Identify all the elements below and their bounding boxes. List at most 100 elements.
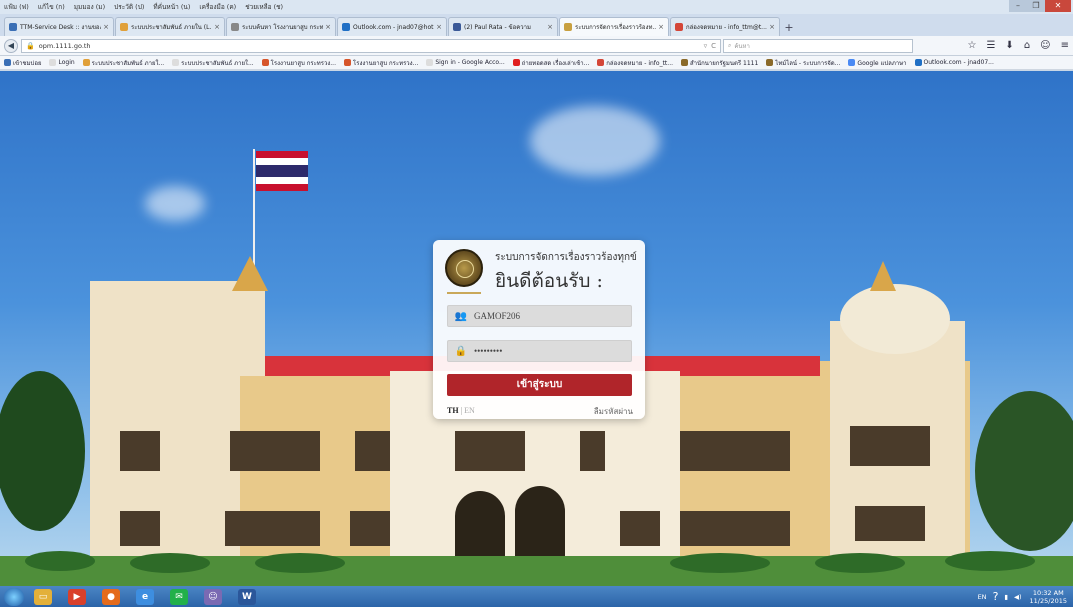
bookmark-favicon-icon — [4, 59, 11, 66]
bookmark-item[interactable]: โรงงานยาสูบ กระทรวง... — [261, 58, 336, 68]
browser-menubar: แฟ้ม (ฟ) แก้ไข (ก) มุมมอง (ม) ประวัติ (ป… — [0, 0, 1073, 14]
lang-th-link[interactable]: TH — [447, 406, 459, 415]
password-value[interactable]: ••••••••• — [474, 346, 502, 356]
bookmark-favicon-icon — [848, 59, 856, 66]
browser-tab[interactable]: กล่องจดหมาย - info_ttm@t... × — [670, 17, 780, 36]
system-tray: EN ? ▮ ◀) 10:32 AM 11/25/2015 — [972, 589, 1073, 605]
tab-favicon-icon — [675, 23, 683, 31]
lock-icon: 🔒 — [454, 345, 468, 357]
taskbar-app-word-icon[interactable]: W — [238, 588, 256, 605]
login-button[interactable]: เข้าสู่ระบบ — [447, 374, 632, 396]
users-icon: 👥 — [454, 310, 468, 322]
network-icon[interactable]: ▮ — [1004, 593, 1008, 601]
bookmark-item[interactable]: กล่องจดหมาย - info_tt... — [597, 58, 673, 68]
home-icon[interactable]: ⌂ — [1024, 40, 1030, 51]
taskbar-app-line-icon[interactable]: ✉ — [170, 588, 188, 605]
close-window-button[interactable]: ✕ — [1045, 0, 1071, 12]
window-controls: – ❐ ✕ — [1009, 0, 1071, 13]
bookmark-label: ไทม์ไลน์ - ระบบการจัด... — [775, 59, 841, 67]
bookmark-item[interactable]: ถ่ายทอดสด เรื่องเล่าเช้า... — [512, 58, 590, 68]
bookmark-star-icon[interactable]: ☆ — [967, 40, 976, 51]
menu-help[interactable]: ช่วยเหลือ (ช) — [245, 2, 283, 12]
taskbar-app-media-icon[interactable]: ▶ — [68, 588, 86, 605]
bookmark-label: Login — [58, 59, 75, 66]
downloads-icon[interactable]: ⬇ — [1005, 40, 1013, 51]
menu-bookmarks[interactable]: ที่คั่นหน้า (น) — [153, 2, 190, 12]
bookmark-favicon-icon — [172, 59, 180, 66]
start-button[interactable] — [4, 587, 24, 606]
url-bar[interactable]: 🔒 opm.1111.go.th ▿ C — [21, 38, 721, 53]
bookmark-item[interactable]: ระบบประชาสัมพันธ์ ภายใ... — [172, 58, 254, 68]
browser-tab[interactable]: Outlook.com - jnad07@hot... × — [337, 17, 447, 36]
windows-taskbar: ▭ ▶ ● e ✉ ☺ W EN ? ▮ ◀) 10:32 AM 11/25/2015 — [0, 586, 1073, 607]
browser-tab[interactable]: TTM-Service Desk :: งานของฉัน× — [4, 17, 114, 36]
taskbar-app-firefox-icon[interactable]: ● — [102, 588, 120, 605]
close-tab-icon[interactable]: × — [103, 23, 109, 31]
volume-icon[interactable]: ◀) — [1014, 593, 1022, 601]
menu-history[interactable]: ประวัติ (ป) — [114, 2, 144, 12]
clock[interactable]: 10:32 AM 11/25/2015 — [1030, 589, 1067, 605]
browser-tab[interactable]: ระบบประชาสัมพันธ์ ภายใน (L... × — [115, 17, 225, 36]
bookmark-label: ถ่ายทอดสด เรื่องเล่าเช้า... — [521, 59, 590, 67]
close-tab-icon[interactable]: × — [658, 23, 664, 31]
bookmark-favicon-icon — [597, 59, 605, 66]
menu-file[interactable]: แฟ้ม (ฟ) — [4, 2, 29, 12]
bookmark-item[interactable]: Outlook.com - jnad07... — [914, 59, 994, 66]
tab-favicon-icon — [564, 23, 572, 31]
site-identity-icon[interactable]: 🔒 — [26, 42, 35, 50]
bookmark-label: Outlook.com - jnad07... — [923, 59, 994, 66]
menu-view[interactable]: มุมมอง (ม) — [74, 2, 105, 12]
bookmark-item[interactable]: Sign in - Google Acco... — [426, 59, 505, 66]
browser-tab[interactable]: ระบบค้นหา โรงงานยาสูบ กระทรว...× — [226, 17, 336, 36]
url-text[interactable]: opm.1111.go.th — [39, 42, 700, 50]
back-button[interactable]: ◀ — [4, 38, 18, 53]
lang-en-link[interactable]: EN — [464, 406, 475, 415]
username-value[interactable]: GAMOF206 — [474, 311, 520, 321]
bookmarks-toolbar: เข้าชมบ่อย Login ระบบประชาสัมพันธ์ ภายใ...… — [0, 56, 1073, 70]
bookmark-item[interactable]: ไทม์ไลน์ - ระบบการจัด... — [766, 58, 840, 68]
minimize-button[interactable]: – — [1009, 0, 1027, 12]
tab-favicon-icon — [9, 23, 17, 31]
maximize-button[interactable]: ❐ — [1027, 0, 1045, 12]
browser-tab[interactable]: (2) Paul Rata - ข้อความ × — [448, 17, 558, 36]
forgot-password-link[interactable]: ลืมรหัสผ่าน — [594, 405, 633, 418]
divider-accent — [447, 292, 481, 294]
bookmark-item[interactable]: Google แปลภาษา — [848, 58, 907, 68]
bookmark-favicon-icon — [344, 59, 351, 66]
taskbar-app-ie-icon[interactable]: e — [136, 588, 154, 605]
bookmark-label: ระบบประชาสัมพันธ์ ภายใ... — [91, 59, 165, 67]
bookmarks-menu-icon[interactable]: ☰ — [986, 40, 995, 51]
close-tab-icon[interactable]: × — [325, 23, 331, 31]
bookmark-item[interactable]: สำนักนายกรัฐมนตรี 1111 — [681, 58, 758, 68]
input-language-indicator[interactable]: EN — [978, 593, 987, 601]
account-icon[interactable]: ☺ — [1040, 40, 1050, 51]
bookmark-item[interactable]: Login — [49, 59, 75, 66]
search-box[interactable]: ⌕ ค้นหา — [723, 38, 913, 53]
bookmark-item[interactable]: โรงงานยาสูบ กระทรวง... — [344, 58, 418, 68]
bookmark-item[interactable]: เข้าชมบ่อย — [4, 58, 41, 68]
system-title: ระบบการจัดการเรื่องราวร้องทุกข์ — [495, 252, 637, 263]
close-tab-icon[interactable]: × — [769, 23, 775, 31]
close-tab-icon[interactable]: × — [436, 23, 442, 31]
hamburger-menu-icon[interactable]: ≡ — [1061, 40, 1069, 51]
language-switcher: TH | EN — [447, 406, 475, 415]
close-tab-icon[interactable]: × — [547, 23, 553, 31]
username-field[interactable]: 👥 GAMOF206 — [447, 305, 632, 327]
tab-title: ระบบค้นหา โรงงานยาสูบ กระทรว... — [242, 24, 324, 31]
navigation-toolbar: ◀ 🔒 opm.1111.go.th ▿ C ⌕ ค้นหา ☆ ☰ ⬇ ⌂ ☺… — [0, 36, 1073, 56]
password-field[interactable]: 🔒 ••••••••• — [447, 340, 632, 362]
bookmark-item[interactable]: ระบบประชาสัมพันธ์ ภายใ... — [82, 58, 165, 68]
bookmark-label: โรงงานยาสูบ กระทรวง... — [353, 59, 419, 67]
close-tab-icon[interactable]: × — [214, 23, 220, 31]
search-placeholder: ค้นหา — [734, 42, 750, 50]
taskbar-app-people-icon[interactable]: ☺ — [204, 588, 222, 605]
taskbar-apps: ▭ ▶ ● e ✉ ☺ W — [34, 588, 272, 605]
menu-tools[interactable]: เครื่องมือ (ค) — [199, 2, 236, 12]
url-dropdown-icon[interactable]: ▿ — [704, 42, 708, 50]
menu-edit[interactable]: แก้ไข (ก) — [38, 2, 65, 12]
new-tab-button[interactable]: + — [781, 20, 797, 36]
browser-tab[interactable]: ระบบการจัดการเรื่องราวร้องท... × — [559, 17, 669, 36]
help-icon[interactable]: ? — [993, 590, 999, 603]
taskbar-app-explorer-icon[interactable]: ▭ — [34, 588, 52, 605]
reload-icon[interactable]: C — [711, 42, 716, 50]
